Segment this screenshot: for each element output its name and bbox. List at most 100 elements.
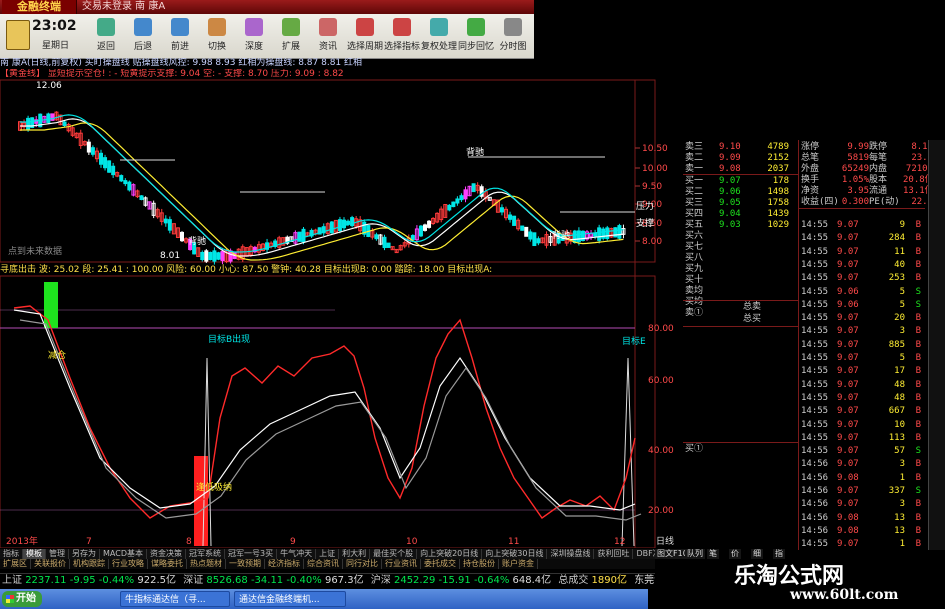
indicator-tab[interactable]: 管理 <box>46 549 69 559</box>
extension-tab[interactable]: 经济指标 <box>265 559 304 569</box>
back-icon <box>97 18 115 36</box>
book-level-label: 卖① <box>685 308 704 318</box>
bid-price: 9.03 <box>719 220 741 230</box>
candle-body <box>350 217 355 227</box>
indicator-tab[interactable]: 上证 <box>316 549 340 559</box>
extension-tab[interactable]: 同行对比 <box>343 559 382 569</box>
x-axis-label: 7 <box>86 537 92 547</box>
indicator-tab[interactable]: 另存为 <box>69 549 100 559</box>
indicator-tab[interactable]: 模板 <box>23 549 46 559</box>
info-icon <box>319 18 337 36</box>
stat-value: 65249 <box>841 164 869 174</box>
candle-body <box>86 141 91 153</box>
extension-tab[interactable]: 行业资讯 <box>382 559 421 569</box>
indicator-tab[interactable]: 冠军系统 <box>186 549 225 559</box>
toolbar-button-arrow-right[interactable]: 前进 <box>162 16 198 56</box>
candle-body <box>597 227 602 241</box>
toolbar-button-back[interactable]: 返回 <box>88 16 124 56</box>
extension-tab[interactable]: 热点题材 <box>187 559 226 569</box>
extension-tab[interactable]: 持仓股份 <box>460 559 499 569</box>
hs-index-value: 2452.29 <box>393 575 436 586</box>
toolbar-button-period[interactable]: 选择周期 <box>347 16 383 56</box>
toolbar-button-label: 切换 <box>207 42 226 52</box>
toolbar-button-arrow-left[interactable]: 后退 <box>125 16 161 56</box>
tick-volume: 11 <box>894 246 905 257</box>
indicator-tab[interactable]: 冠军一号3买 <box>225 549 278 559</box>
indicator-tab[interactable]: 最佳买个股 <box>370 549 418 559</box>
candle-body <box>337 219 342 231</box>
ask-row: 卖三 9.10 4789 <box>685 142 789 153</box>
windows-taskbar: 开始 牛指标通达信（寻... 通达信金融终端机... <box>0 589 648 609</box>
tick-row: 14:56 9.08 13 B <box>801 513 921 524</box>
detail-tab[interactable]: 细 <box>751 549 763 559</box>
indicator-tab[interactable]: 牛气冲天 <box>277 549 317 559</box>
tick-price: 9.07 <box>837 273 859 284</box>
indicator-tab[interactable]: DBF决策 <box>633 549 655 559</box>
toolbar-button-indicator[interactable]: 选择指标 <box>384 16 420 56</box>
extension-tab[interactable]: 关联报价 <box>31 559 70 569</box>
tick-flag: B <box>915 539 921 550</box>
x-axis-label: 11 <box>508 537 519 547</box>
toolbar-button-sync[interactable]: 同步回忆 <box>458 16 494 56</box>
toolbar-button-intraday[interactable]: 分时图 <box>495 16 531 56</box>
title-bar: 金融终端 交易未登录 南 康A <box>0 0 534 15</box>
detail-tab[interactable]: 队列 <box>685 549 705 559</box>
x-axis-label: 2013年 <box>6 535 38 547</box>
tick-price: 9.07 <box>837 419 859 430</box>
tick-flag: B <box>915 459 921 470</box>
tick-time: 14:55 <box>801 406 829 417</box>
divergence-top-label: 背驰 <box>466 146 484 158</box>
stat-key: 收益(四) <box>801 197 839 207</box>
indicator-white-line <box>13 309 636 511</box>
detail-tab[interactable]: 价 <box>729 549 741 559</box>
task-button-1[interactable]: 牛指标通达信（寻... <box>120 591 230 607</box>
indicator-tab[interactable]: 深圳操盘线 <box>547 549 595 559</box>
tick-row: 14:55 9.07 284 B <box>801 233 921 244</box>
extension-tab[interactable]: 扩展区 <box>0 559 31 569</box>
candle-body <box>617 225 622 239</box>
extension-tab[interactable]: 谋略委托 <box>148 559 187 569</box>
indicator-tab[interactable]: 向上突破20日线 <box>417 549 483 559</box>
clock-weekday: 星期日 <box>42 41 70 51</box>
indicator-tab[interactable]: 获利回吐 <box>594 549 634 559</box>
task-button-2[interactable]: 通达信金融终端机... <box>234 591 346 607</box>
extension-tab[interactable]: 账户资金 <box>499 559 538 569</box>
detail-tab[interactable]: 指 <box>773 549 785 559</box>
toolbar-button-expand[interactable]: 扩展 <box>273 16 309 56</box>
tick-volume: 5 <box>899 299 905 310</box>
extension-tab[interactable]: 一致预期 <box>226 559 265 569</box>
vertical-scrollbar[interactable] <box>928 140 945 550</box>
toolbar-button-switch[interactable]: 切换 <box>199 16 235 56</box>
extension-tab[interactable]: 综合资讯 <box>304 559 343 569</box>
candle-body <box>471 183 476 193</box>
future-data-note: 点到未来数据 <box>8 245 62 257</box>
tick-price: 9.07 <box>837 486 859 496</box>
extension-tab[interactable]: 行业攻略 <box>109 559 148 569</box>
candle-body <box>512 215 517 226</box>
bid-label: 买三 <box>685 198 704 208</box>
indicator-tab[interactable]: MACD基本 <box>100 549 147 559</box>
toolbar-button-depth[interactable]: 深度 <box>236 16 272 56</box>
detail-tab[interactable]: 笔 <box>707 549 719 559</box>
extension-tab[interactable]: 机构跟踪 <box>70 559 109 569</box>
ask-label: 卖二 <box>685 153 704 163</box>
indicator-tab[interactable]: 资金决策 <box>147 549 186 559</box>
book-level-label: 买八 <box>685 253 704 263</box>
tick-volume: 667 <box>888 406 905 417</box>
book-level-label: 买十 <box>685 275 704 285</box>
toolbar-button-adjust[interactable]: 复权处理 <box>421 16 457 56</box>
start-button[interactable]: 开始 <box>2 591 42 607</box>
candle-body <box>297 231 302 242</box>
candle-body <box>107 160 112 173</box>
candle-body <box>90 147 95 155</box>
tick-flag: B <box>915 432 921 443</box>
watermark-url: www.60lt.com <box>790 587 899 603</box>
extension-tab[interactable]: 委托成交 <box>421 559 460 569</box>
kline-chart[interactable]: 10.5010.009.509.008.508.0012.068.01点到未来数… <box>0 58 680 548</box>
total-buy-label: 总买 <box>743 314 762 324</box>
indicator-tab[interactable]: 利大利 <box>339 549 371 559</box>
indicator-tab[interactable]: 向上突破30日线 <box>482 549 548 559</box>
candle-body <box>301 228 306 243</box>
indicator-tab[interactable]: 指标 <box>0 549 23 559</box>
toolbar-button-info[interactable]: 资讯 <box>310 16 346 56</box>
